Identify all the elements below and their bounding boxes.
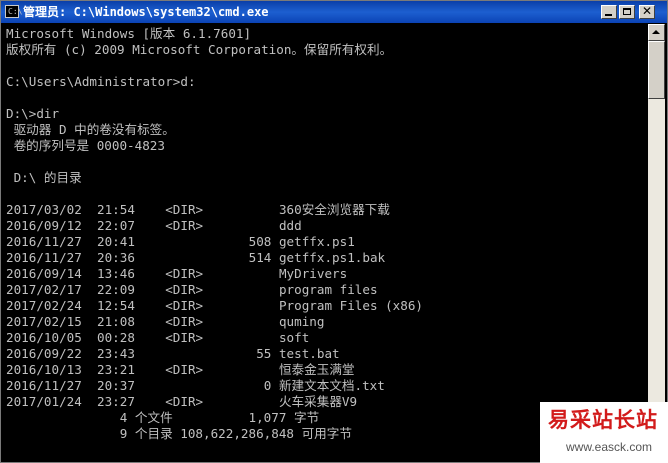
- console-line: 2017/02/17 22:09 <DIR> program files: [6, 282, 378, 297]
- console-line: 2017/01/24 23:27 <DIR> 火车采集器V9: [6, 394, 358, 409]
- close-icon: ✕: [642, 4, 653, 18]
- console-line: 卷的序列号是 0000-4823: [6, 138, 165, 153]
- watermark: 易采站长站 www.easck.com: [540, 402, 668, 463]
- console-line: 2016/09/22 23:43 55 test.bat: [6, 346, 340, 361]
- console-line: 4 个文件 1,077 字节: [6, 410, 320, 425]
- console-line: 2016/10/05 00:28 <DIR> soft: [6, 330, 310, 345]
- console-line: 2016/11/27 20:41 508 getffx.ps1: [6, 234, 355, 249]
- vertical-scrollbar[interactable]: [648, 24, 665, 462]
- console-line: 2016/10/13 23:21 <DIR> 恒泰金玉满堂: [6, 362, 355, 377]
- title-bar[interactable]: C:\ 管理员: C:\Windows\system32\cmd.exe ✕: [1, 1, 667, 23]
- console-output[interactable]: Microsoft Windows [版本 6.1.7601] 版权所有 (c) …: [4, 24, 646, 462]
- console-line: 2017/02/15 21:08 <DIR> quming: [6, 314, 325, 329]
- console-line: 2016/09/14 13:46 <DIR> MyDrivers: [6, 266, 348, 281]
- console-line: Microsoft Windows [版本 6.1.7601]: [6, 26, 252, 41]
- console-line: 2016/09/12 22:07 <DIR> ddd: [6, 218, 302, 233]
- watermark-title: 易采站长站: [548, 407, 658, 432]
- cmd-icon[interactable]: C:\: [5, 5, 23, 18]
- arrow-up-icon: [652, 30, 660, 34]
- console-line: D:\>dir: [6, 106, 60, 121]
- minimize-button[interactable]: [601, 5, 617, 19]
- console-line: 2016/11/27 20:37 0 新建文本文档.txt: [6, 378, 385, 393]
- window-title: 管理员: C:\Windows\system32\cmd.exe: [23, 5, 269, 19]
- console-line: 2017/03/02 21:54 <DIR> 360安全浏览器下载: [6, 202, 390, 217]
- console-line: 版权所有 (c) 2009 Microsoft Corporation。保留所有…: [6, 42, 393, 57]
- console-line: D:\ 的目录: [6, 170, 82, 185]
- cmd-icon-label: C:\: [8, 7, 23, 16]
- console-line: 驱动器 D 中的卷没有标签。: [6, 122, 175, 137]
- console-line: 9 个目录 108,622,286,848 可用字节: [6, 426, 352, 441]
- close-button[interactable]: ✕: [639, 4, 655, 19]
- scroll-thumb[interactable]: [648, 41, 665, 99]
- maximize-button[interactable]: [619, 5, 635, 19]
- console-line: C:\Users\Administrator>d:: [6, 74, 196, 89]
- maximize-icon: [623, 8, 631, 15]
- console-line: 2017/02/24 12:54 <DIR> Program Files (x8…: [6, 298, 424, 313]
- scroll-up-button[interactable]: [648, 24, 665, 41]
- cmd-window: C:\ 管理员: C:\Windows\system32\cmd.exe ✕ M…: [0, 0, 668, 463]
- minimize-icon: [605, 14, 612, 16]
- watermark-url: www.easck.com: [566, 440, 653, 454]
- console-line: 2016/11/27 20:36 514 getffx.ps1.bak: [6, 250, 386, 265]
